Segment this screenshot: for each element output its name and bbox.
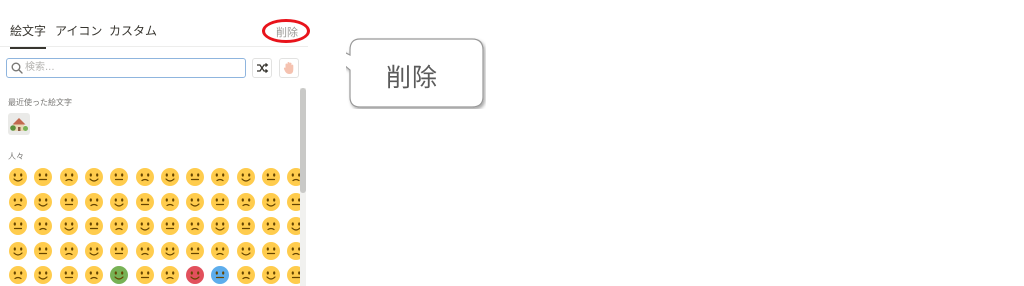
highlight-ellipse	[262, 19, 310, 43]
skin-tone-button[interactable]	[279, 58, 299, 78]
rolling-eyes-emoji[interactable]	[109, 241, 129, 261]
sweat-smile-emoji[interactable]	[135, 167, 155, 187]
cold-emoji[interactable]	[210, 265, 230, 285]
slight-smile-emoji[interactable]	[210, 167, 230, 187]
smile-emoji[interactable]	[59, 167, 79, 187]
sleepy-emoji[interactable]	[261, 241, 281, 261]
hand-icon	[283, 62, 294, 74]
search-input[interactable]	[25, 60, 240, 75]
kissing-heart-emoji[interactable]	[109, 192, 129, 212]
emoji-picker: 絵文字 アイコン カスタム 削除 最近使った絵文字 人々	[0, 0, 310, 286]
search-field[interactable]	[6, 58, 246, 78]
head-bandage-emoji[interactable]	[84, 265, 104, 285]
laughing-emoji[interactable]	[109, 167, 129, 187]
people-section-label: 人々	[8, 152, 24, 161]
face-in-clouds-emoji[interactable]	[33, 241, 53, 261]
mask-emoji[interactable]	[33, 265, 53, 285]
thinking-emoji[interactable]	[185, 216, 205, 236]
dizzy-emoji[interactable]	[261, 265, 281, 285]
recent-emoji-house[interactable]	[8, 113, 30, 135]
thermometer-emoji[interactable]	[59, 265, 79, 285]
pensive-emoji[interactable]	[236, 241, 256, 261]
zany-emoji[interactable]	[33, 216, 53, 236]
unamused-emoji[interactable]	[84, 241, 104, 261]
joy-emoji[interactable]	[185, 167, 205, 187]
exhaling-emoji[interactable]	[160, 241, 180, 261]
shuffle-button[interactable]	[252, 58, 272, 78]
smiling-tear-emoji[interactable]	[236, 192, 256, 212]
tab-icons[interactable]: アイコン	[55, 22, 102, 39]
heart-eyes-emoji[interactable]	[59, 192, 79, 212]
grinning-emoji[interactable]	[8, 167, 28, 187]
kissing-closed-eyes-emoji[interactable]	[185, 192, 205, 212]
smiley-emoji[interactable]	[33, 167, 53, 187]
sleeping-emoji[interactable]	[8, 265, 28, 285]
innocent-emoji[interactable]	[8, 192, 28, 212]
scrollbar-thumb[interactable]	[300, 88, 306, 193]
yum-emoji[interactable]	[261, 192, 281, 212]
tab-emoji[interactable]: 絵文字	[10, 22, 47, 49]
squinting-tongue-emoji[interactable]	[59, 216, 79, 236]
smiling-hearts-emoji[interactable]	[33, 192, 53, 212]
lying-emoji[interactable]	[185, 241, 205, 261]
hand-over-mouth-emoji[interactable]	[135, 216, 155, 236]
kissing-emoji[interactable]	[135, 192, 155, 212]
relaxed-emoji[interactable]	[160, 192, 180, 212]
tab-bar: 絵文字 アイコン カスタム 削除	[0, 0, 310, 49]
no-mouth-emoji[interactable]	[8, 241, 28, 261]
zipper-mouth-emoji[interactable]	[210, 216, 230, 236]
winking-tongue-emoji[interactable]	[8, 216, 28, 236]
rofl-emoji[interactable]	[160, 167, 180, 187]
raised-eyebrow-emoji[interactable]	[236, 216, 256, 236]
grimacing-emoji[interactable]	[135, 241, 155, 261]
shuffle-icon	[257, 63, 269, 73]
recent-section-label: 最近使った絵文字	[8, 98, 72, 107]
hugging-emoji[interactable]	[109, 216, 129, 236]
shushing-emoji[interactable]	[160, 216, 180, 236]
vomiting-emoji[interactable]	[135, 265, 155, 285]
smirk-emoji[interactable]	[59, 241, 79, 261]
kissing-smiling-eyes-emoji[interactable]	[210, 192, 230, 212]
money-mouth-emoji[interactable]	[84, 216, 104, 236]
search-icon	[11, 62, 23, 74]
hot-emoji[interactable]	[185, 265, 205, 285]
wink-emoji[interactable]	[261, 167, 281, 187]
nauseated-emoji[interactable]	[109, 265, 129, 285]
upside-down-emoji[interactable]	[236, 167, 256, 187]
tab-custom[interactable]: カスタム	[109, 22, 157, 39]
callout-text: 削除	[386, 63, 439, 92]
relieved-emoji[interactable]	[210, 241, 230, 261]
grin-emoji[interactable]	[84, 167, 104, 187]
woozy-emoji[interactable]	[236, 265, 256, 285]
star-struck-emoji[interactable]	[84, 192, 104, 212]
neutral-emoji[interactable]	[261, 216, 281, 236]
sneezing-emoji[interactable]	[160, 265, 180, 285]
house-with-garden-icon	[10, 118, 28, 131]
